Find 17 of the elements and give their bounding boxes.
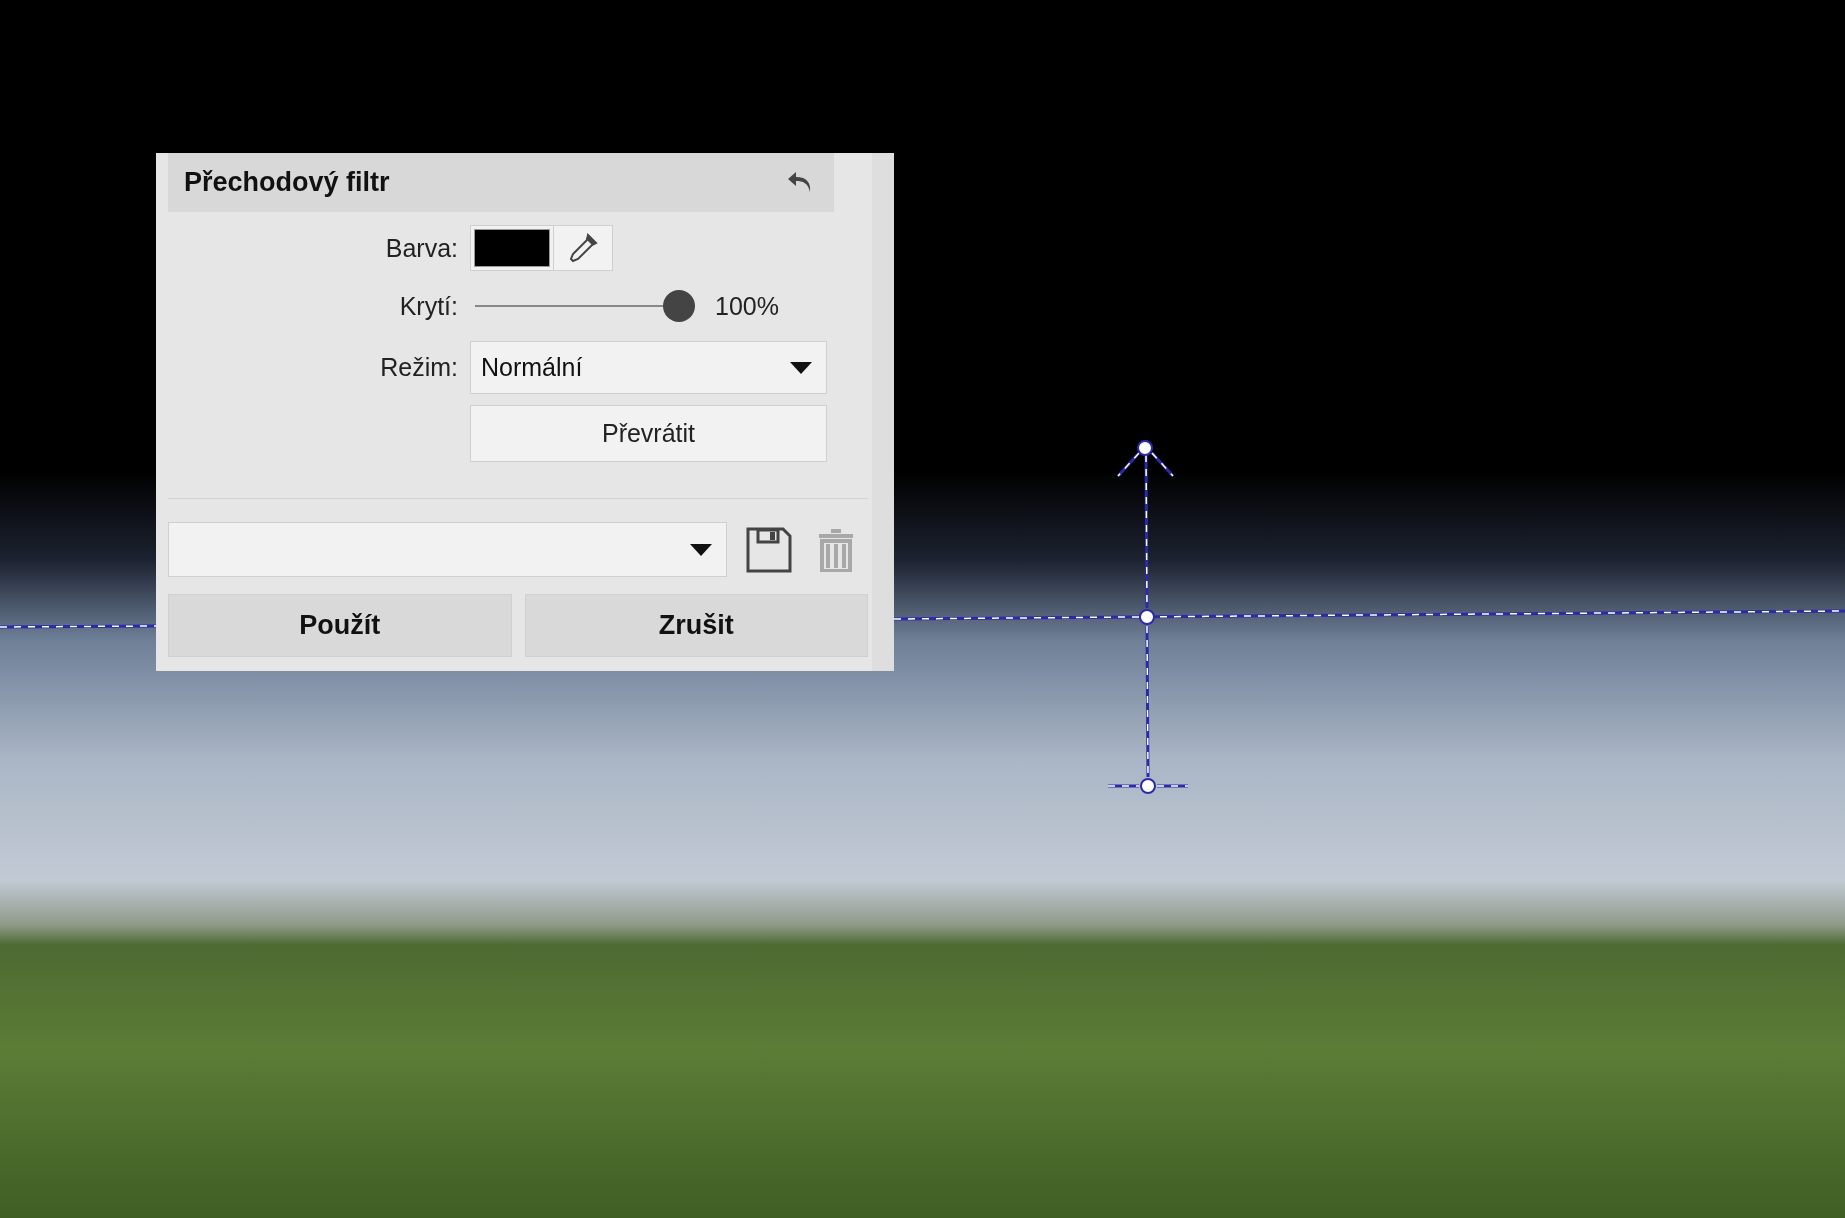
- mode-dropdown[interactable]: Normální: [470, 341, 827, 394]
- mode-label: Režim:: [380, 353, 458, 382]
- cancel-button[interactable]: Zrušit: [524, 594, 868, 657]
- caret-icon: [690, 543, 712, 556]
- color-label: Barva:: [385, 233, 458, 263]
- opacity-value: 100%: [715, 291, 779, 321]
- opacity-label: Krytí:: [399, 291, 458, 321]
- color-swatch[interactable]: [474, 229, 550, 267]
- panel-title: Přechodový filtr: [184, 167, 390, 198]
- save-icon[interactable]: [745, 525, 793, 574]
- flip-button[interactable]: Převrátit: [470, 405, 827, 462]
- caret-icon: [790, 361, 812, 374]
- opacity-slider[interactable]: [475, 290, 695, 322]
- slider-thumb[interactable]: [663, 290, 695, 322]
- color-picker-field[interactable]: [470, 225, 613, 271]
- apply-button[interactable]: Použít: [168, 594, 512, 657]
- gradient-guide-drawing[interactable]: [1107, 440, 1189, 794]
